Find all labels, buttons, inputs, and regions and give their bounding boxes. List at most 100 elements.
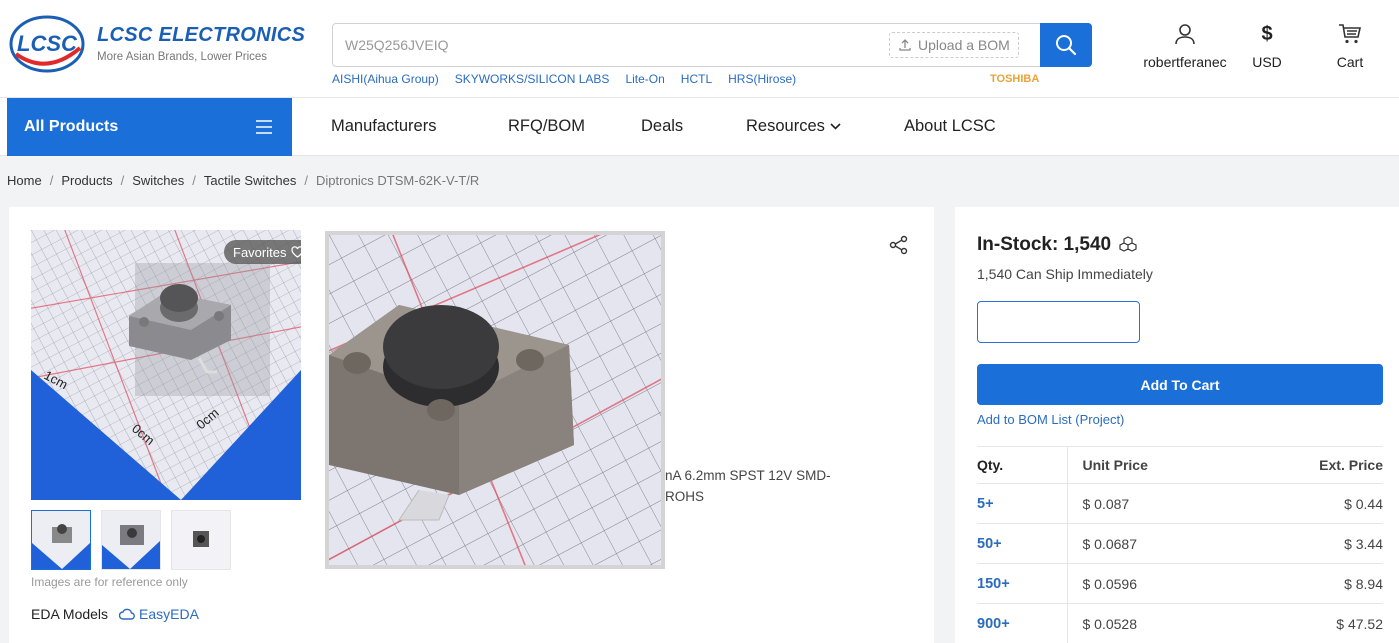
- breadcrumb-separator: /: [192, 173, 196, 188]
- thumbnail-1[interactable]: [31, 510, 91, 570]
- account-button[interactable]: robertferanec: [1130, 22, 1240, 70]
- ext-price: $ 0.44: [1243, 483, 1383, 524]
- thumbnail-strip: [31, 510, 231, 570]
- boxes-icon: [1119, 236, 1137, 252]
- brand-link[interactable]: AISHI(Aihua Group): [332, 72, 439, 86]
- unit-price: $ 0.0528: [1067, 603, 1244, 643]
- all-products-label: All Products: [24, 118, 119, 135]
- thumbnail-2[interactable]: [101, 510, 161, 570]
- nav-about[interactable]: About LCSC: [904, 117, 996, 136]
- breadcrumb-tactile-switches[interactable]: Tactile Switches: [204, 173, 296, 188]
- easyeda-link[interactable]: EasyEDA: [119, 606, 199, 622]
- price-table-header: Qty. Unit Price Ext. Price: [977, 446, 1383, 484]
- chevron-down-icon: [830, 123, 841, 130]
- quantity-input[interactable]: [977, 301, 1140, 343]
- nav-manufacturers[interactable]: Manufacturers: [331, 117, 436, 136]
- nav-label: Resources: [746, 117, 825, 135]
- product-gallery-panel: 1cm 0cm 0cm Favorites Images are for ref…: [9, 207, 934, 643]
- logo-title[interactable]: LCSC ELECTRONICS: [97, 24, 305, 47]
- logo-subtitle: More Asian Brands, Lower Prices: [97, 51, 268, 63]
- price-row[interactable]: 5+ $ 0.087 $ 0.44: [977, 483, 1383, 524]
- popular-brands: AISHI(Aihua Group) SKYWORKS/SILICON LABS…: [332, 72, 796, 86]
- add-to-cart-button[interactable]: Add To Cart: [977, 364, 1383, 405]
- ext-price: $ 47.52: [1243, 603, 1383, 643]
- price-break-qty[interactable]: 5+: [977, 483, 1068, 524]
- search-bar: Upload a BOM: [332, 23, 1092, 67]
- breadcrumb-separator: /: [304, 173, 309, 188]
- currency-selector[interactable]: $ USD: [1245, 22, 1289, 71]
- easyeda-icon: [119, 608, 135, 620]
- ext-price-header: Ext. Price: [1243, 446, 1383, 484]
- add-to-bom-link[interactable]: Add to BOM List (Project): [977, 412, 1124, 427]
- nav-deals[interactable]: Deals: [641, 117, 683, 136]
- easyeda-label: EasyEDA: [139, 606, 199, 622]
- price-table: Qty. Unit Price Ext. Price 5+ $ 0.087 $ …: [977, 446, 1383, 643]
- brand-link[interactable]: HRS(Hirose): [728, 72, 796, 86]
- price-row[interactable]: 50+ $ 0.0687 $ 3.44: [977, 523, 1383, 564]
- unit-price: $ 0.087: [1067, 483, 1244, 524]
- unit-price-header: Unit Price: [1067, 446, 1244, 484]
- product-description: nA 6.2mm SPST 12V SMD- ROHS: [665, 465, 865, 507]
- breadcrumb-products[interactable]: Products: [61, 173, 112, 188]
- upload-bom-label: Upload a BOM: [918, 37, 1010, 53]
- nav-label: Deals: [641, 117, 684, 135]
- brand-link[interactable]: HCTL: [681, 72, 712, 86]
- lcsc-logo-icon[interactable]: LCSC: [8, 14, 86, 74]
- eda-models-label: EDA Models: [31, 606, 109, 622]
- price-break-qty[interactable]: 900+: [977, 603, 1068, 643]
- svg-text:LCSC: LCSC: [17, 31, 78, 56]
- unit-price: $ 0.0687: [1067, 523, 1244, 564]
- thumbnail-3[interactable]: [171, 510, 231, 570]
- ship-availability: 1,540 Can Ship Immediately: [977, 266, 1153, 282]
- price-row[interactable]: 900+ $ 0.0528 $ 47.52: [977, 603, 1383, 643]
- upload-bom-button[interactable]: Upload a BOM: [889, 32, 1019, 58]
- brand-link-toshiba[interactable]: TOSHIBA: [990, 73, 1039, 85]
- nav-rfq-bom[interactable]: RFQ/BOM: [508, 117, 585, 136]
- search-button[interactable]: [1040, 23, 1092, 67]
- thumbnail-image: [172, 511, 230, 569]
- price-break-qty[interactable]: 150+: [977, 563, 1068, 604]
- site-header: LCSC LCSC ELECTRONICS More Asian Brands,…: [0, 0, 1399, 98]
- zoomed-product-photo: [329, 235, 661, 565]
- description-line: nA 6.2mm SPST 12V SMD-: [665, 468, 831, 483]
- brand-link[interactable]: SKYWORKS/SILICON LABS: [455, 72, 610, 86]
- product-main-image[interactable]: 1cm 0cm 0cm Favorites: [31, 230, 301, 500]
- image-disclaimer: Images are for reference only: [31, 575, 188, 589]
- breadcrumb-home[interactable]: Home: [7, 173, 42, 188]
- all-products-button[interactable]: All Products: [7, 98, 292, 156]
- price-row[interactable]: 150+ $ 0.0596 $ 8.94: [977, 563, 1383, 604]
- stock-count: In-Stock: 1,540: [977, 234, 1112, 255]
- qty-header: Qty.: [977, 446, 1068, 484]
- cart-icon: [1339, 24, 1361, 44]
- brand-link[interactable]: Lite-On: [625, 72, 664, 86]
- search-input[interactable]: [333, 24, 888, 66]
- upload-icon: [899, 39, 911, 51]
- logo-text[interactable]: LCSC ELECTRONICS More Asian Brands, Lowe…: [97, 24, 305, 63]
- stock-heading: In-Stock: 1,540: [977, 234, 1137, 256]
- breadcrumb-switches[interactable]: Switches: [132, 173, 184, 188]
- thumbnail-image: [32, 511, 90, 569]
- purchase-panel: In-Stock: 1,540 1,540 Can Ship Immediate…: [955, 207, 1399, 643]
- heart-icon: [291, 246, 301, 258]
- nav-resources[interactable]: Resources: [746, 117, 841, 136]
- nav-label: RFQ/BOM: [508, 117, 585, 135]
- price-break-qty[interactable]: 50+: [977, 523, 1068, 564]
- ext-price: $ 8.94: [1243, 563, 1383, 604]
- cart-label: Cart: [1336, 54, 1364, 70]
- share-icon[interactable]: [889, 235, 909, 255]
- unit-price: $ 0.0596: [1067, 563, 1244, 604]
- favorites-button[interactable]: Favorites: [224, 240, 301, 264]
- product-photo: 1cm 0cm 0cm: [31, 230, 301, 500]
- nav-label: About LCSC: [904, 117, 996, 135]
- dollar-icon: $: [1261, 22, 1273, 45]
- breadcrumb-current: Diptronics DTSM-62K-V-T/R: [316, 173, 480, 188]
- breadcrumb-separator: /: [49, 173, 54, 188]
- description-line: ROHS: [665, 489, 705, 504]
- cart-button[interactable]: Cart: [1325, 22, 1375, 70]
- breadcrumb-separator: /: [120, 173, 125, 188]
- ext-price: $ 3.44: [1243, 523, 1383, 564]
- menu-icon: [256, 120, 272, 134]
- breadcrumb: Home / Products / Switches / Tactile Switch…: [7, 173, 479, 188]
- user-icon: [1175, 24, 1195, 45]
- currency-label: USD: [1252, 54, 1282, 70]
